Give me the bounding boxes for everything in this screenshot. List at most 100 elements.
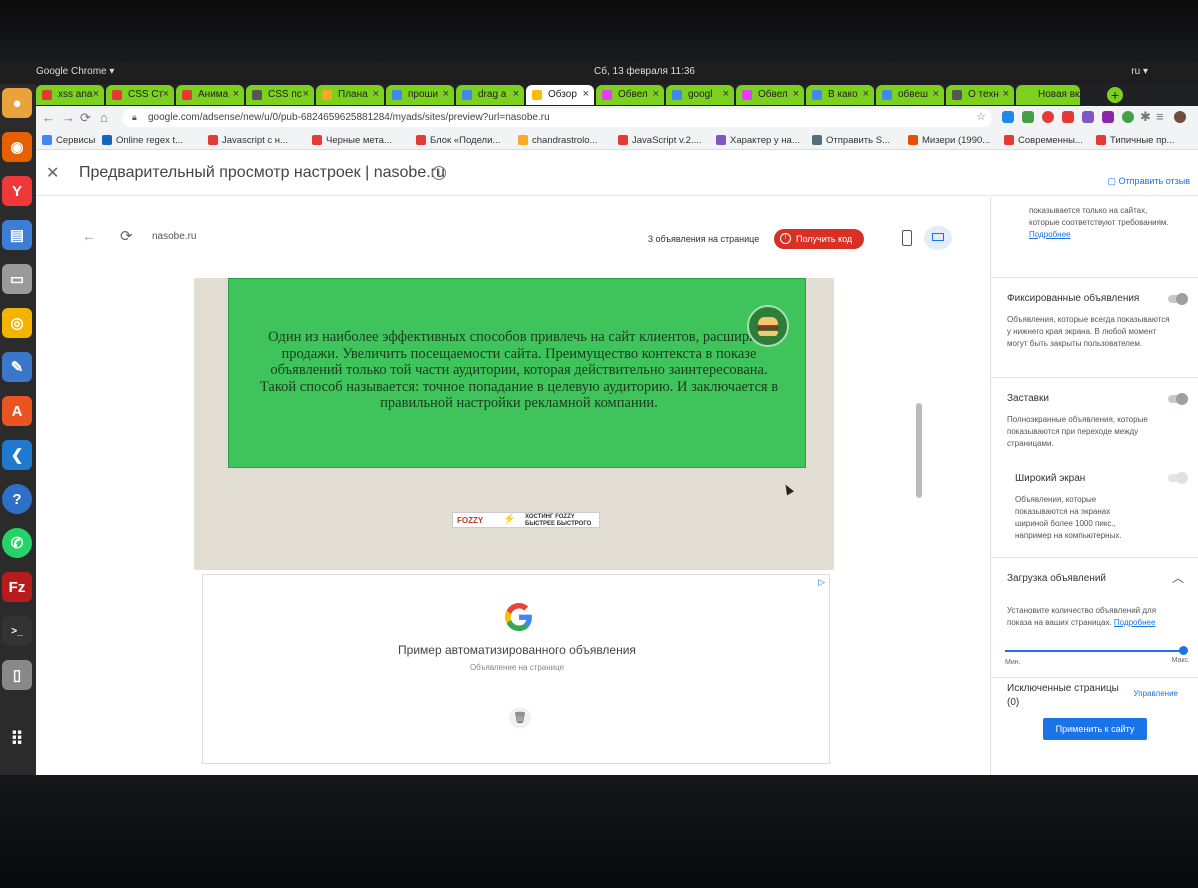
site-preview-frame[interactable]: Один из наиболее эффективных способов пр… xyxy=(194,278,834,570)
tab[interactable]: проши × xyxy=(386,85,454,105)
bookmark-item[interactable]: Отправить S... xyxy=(812,135,890,146)
ad-load-more-link[interactable]: Подробнее xyxy=(1114,618,1156,627)
tab-close-icon[interactable]: × xyxy=(1003,88,1009,100)
tab[interactable]: Обвел × xyxy=(736,85,804,105)
vscode-dock-icon[interactable]: ❮ xyxy=(2,440,32,470)
whatsapp-dock-icon[interactable]: ✆ xyxy=(2,528,32,558)
tab-close-icon[interactable]: × xyxy=(373,88,379,100)
software-dock-icon[interactable]: A xyxy=(2,396,32,426)
bookmark-item[interactable]: Типичные пр... xyxy=(1096,135,1174,146)
manage-link[interactable]: Управление xyxy=(1134,689,1178,698)
bookmark-item[interactable]: Сервисы xyxy=(42,135,95,146)
tab[interactable]: Обвел × xyxy=(596,85,664,105)
chevron-up-icon[interactable]: ︿ xyxy=(1172,569,1184,586)
bookmark-item[interactable]: Современны... xyxy=(1004,135,1083,146)
extension-icon[interactable] xyxy=(1002,111,1014,123)
home-icon[interactable]: ⌂ xyxy=(100,110,108,125)
bookmark-item[interactable]: Блок «Подели... xyxy=(416,135,500,146)
more-link[interactable]: Подробнее xyxy=(1029,230,1071,239)
forward-icon[interactable]: → xyxy=(62,110,75,125)
active-app-menu[interactable]: Google Chrome ▾ xyxy=(36,66,114,77)
clock[interactable]: Сб, 13 февраля 11:36 xyxy=(594,66,695,77)
tab[interactable]: drag a × xyxy=(456,85,524,105)
back-icon[interactable]: ← xyxy=(42,110,55,125)
trash-icon[interactable]: 🗑︎ xyxy=(509,707,531,729)
tab-close-icon[interactable]: × xyxy=(723,88,729,100)
new-tab-icon[interactable]: + xyxy=(1107,87,1123,103)
language-indicator[interactable]: ru ▾ xyxy=(1131,66,1148,77)
tab[interactable]: Анима × xyxy=(176,85,244,105)
tab-close-icon[interactable]: × xyxy=(793,88,799,100)
desktop-view-button[interactable] xyxy=(924,226,952,250)
ad-load-slider-handle[interactable] xyxy=(1179,646,1188,655)
bookmark-item[interactable]: chandrastrolo... xyxy=(518,135,597,146)
writer-dock-icon[interactable]: ✎ xyxy=(2,352,32,382)
scrollbar-thumb[interactable] xyxy=(916,403,922,498)
preview-back-icon[interactable]: ← xyxy=(82,228,96,244)
bookmark-item[interactable]: Мизери (1990... xyxy=(908,135,990,146)
ad-load-slider[interactable] xyxy=(1005,650,1185,652)
profile-avatar[interactable] xyxy=(1174,111,1186,123)
fozzy-ad-banner[interactable]: FOZZY ⚡ ХОСТИНГ FOZZY БЫСТРЕЕ БЫСТРОГО xyxy=(452,512,600,528)
extension-icon[interactable] xyxy=(1122,111,1134,123)
bookmark-item[interactable]: Online regex t... xyxy=(102,135,183,146)
tab[interactable]: xss ana × xyxy=(36,85,104,105)
disk-dock-icon[interactable]: ▭ xyxy=(2,264,32,294)
tab-close-icon[interactable]: × xyxy=(443,88,449,100)
preview-scrollbar[interactable] xyxy=(916,278,922,570)
tab-close-icon[interactable]: × xyxy=(233,88,239,100)
anchor-ads-toggle[interactable] xyxy=(1168,293,1188,305)
tab[interactable]: googl × xyxy=(666,85,734,105)
bookmark-item[interactable]: Черные мета... xyxy=(312,135,392,146)
tab-close-icon[interactable]: × xyxy=(93,88,99,100)
info-icon[interactable]: i xyxy=(432,166,446,180)
tab-close-icon[interactable]: × xyxy=(513,88,519,100)
tab[interactable]: Обзор × xyxy=(526,85,594,105)
tab[interactable]: Новая вкл xyxy=(1016,85,1080,105)
tab-close-icon[interactable]: × xyxy=(653,88,659,100)
bookmark-item[interactable]: JavaScript v.2.... xyxy=(618,135,702,146)
tab[interactable]: Плана × xyxy=(316,85,384,105)
tab[interactable]: обвеш × xyxy=(876,85,944,105)
filezilla-dock-icon[interactable]: Fz xyxy=(2,572,32,602)
reading-list-icon[interactable]: ≡ xyxy=(1156,109,1164,124)
tab-close-icon[interactable]: × xyxy=(303,88,309,100)
extension-icon[interactable] xyxy=(1062,111,1074,123)
address-bar[interactable]: 🔒︎ google.com/adsense/new/u/0/pub-682465… xyxy=(122,109,992,127)
extension-icon[interactable] xyxy=(1042,111,1054,123)
rhythmbox-dock-icon[interactable]: ◎ xyxy=(2,308,32,338)
mobile-view-icon[interactable] xyxy=(902,230,912,246)
tab-close-icon[interactable]: × xyxy=(863,88,869,100)
extension-icon[interactable] xyxy=(1102,111,1114,123)
get-code-button[interactable]: ! Получить код xyxy=(774,229,864,249)
bookmark-star-icon[interactable]: ☆ xyxy=(976,110,986,123)
send-feedback-button[interactable]: ▢ Отправить отзыв xyxy=(1108,176,1190,187)
close-icon[interactable]: ✕ xyxy=(46,163,59,183)
puzzle-extensions-icon[interactable]: ✱ xyxy=(1140,109,1151,125)
tab[interactable]: CSS Ст × xyxy=(106,85,174,105)
firefox-dock-icon[interactable]: ◉ xyxy=(2,132,32,162)
files-dock-icon[interactable]: ▤ xyxy=(2,220,32,250)
tab[interactable]: В како × xyxy=(806,85,874,105)
adchoices-icon[interactable]: ▷ xyxy=(818,577,825,588)
bookmark-item[interactable]: Характер у на... xyxy=(716,135,800,146)
help-dock-icon[interactable]: ? xyxy=(2,484,32,514)
chrome-dock-icon[interactable]: ● xyxy=(2,88,32,118)
tab-close-icon[interactable]: × xyxy=(583,88,589,100)
tab-close-icon[interactable]: × xyxy=(933,88,939,100)
tab[interactable]: CSS пс × xyxy=(246,85,314,105)
apply-to-site-button[interactable]: Применить к сайту xyxy=(1043,718,1147,740)
extension-icon[interactable] xyxy=(1022,111,1034,123)
usb-drive-dock-icon[interactable]: ▯ xyxy=(2,660,32,690)
preview-reload-icon[interactable]: ⟳ xyxy=(120,227,133,245)
vignette-ads-toggle[interactable] xyxy=(1168,393,1188,405)
extension-icon[interactable] xyxy=(1082,111,1094,123)
bookmark-item[interactable]: Javascript с н... xyxy=(208,135,288,146)
yandex-dock-icon[interactable]: Y xyxy=(2,176,32,206)
wide-screen-toggle[interactable] xyxy=(1168,472,1188,484)
tab[interactable]: О техн × xyxy=(946,85,1014,105)
reload-icon[interactable]: ⟳ xyxy=(80,110,91,126)
terminal-dock-icon[interactable]: >_ xyxy=(2,616,32,646)
tab-close-icon[interactable]: × xyxy=(163,88,169,100)
app-grid-icon[interactable]: ⠿ xyxy=(2,724,32,754)
